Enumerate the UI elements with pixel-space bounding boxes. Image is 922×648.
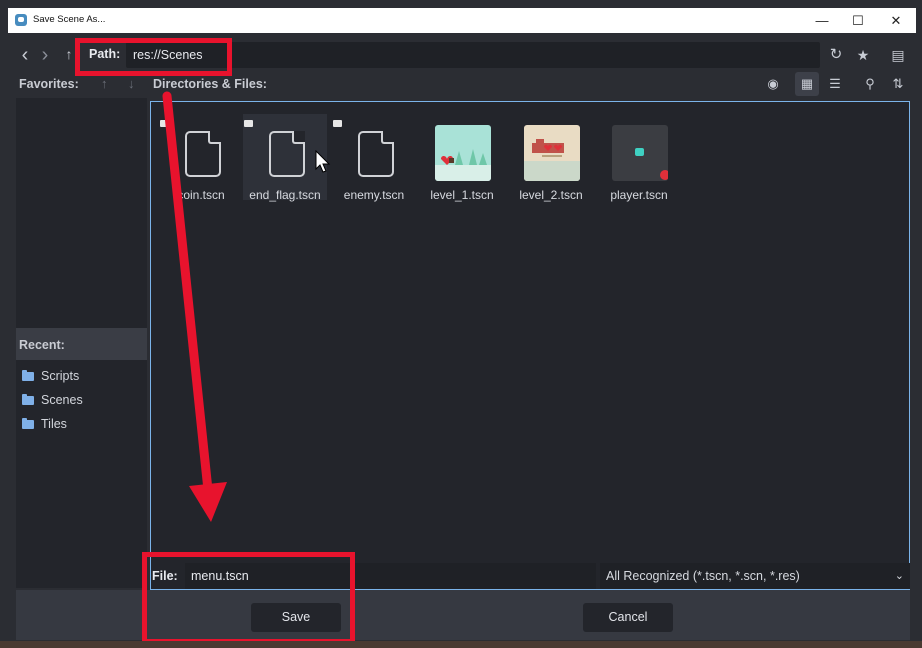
app-frame: Save Scene As... — ☐ ✕ ‹ › ↑ Path: res:/…: [0, 0, 922, 648]
annotation-arrow: [162, 91, 227, 522]
background-strip: [0, 641, 922, 648]
